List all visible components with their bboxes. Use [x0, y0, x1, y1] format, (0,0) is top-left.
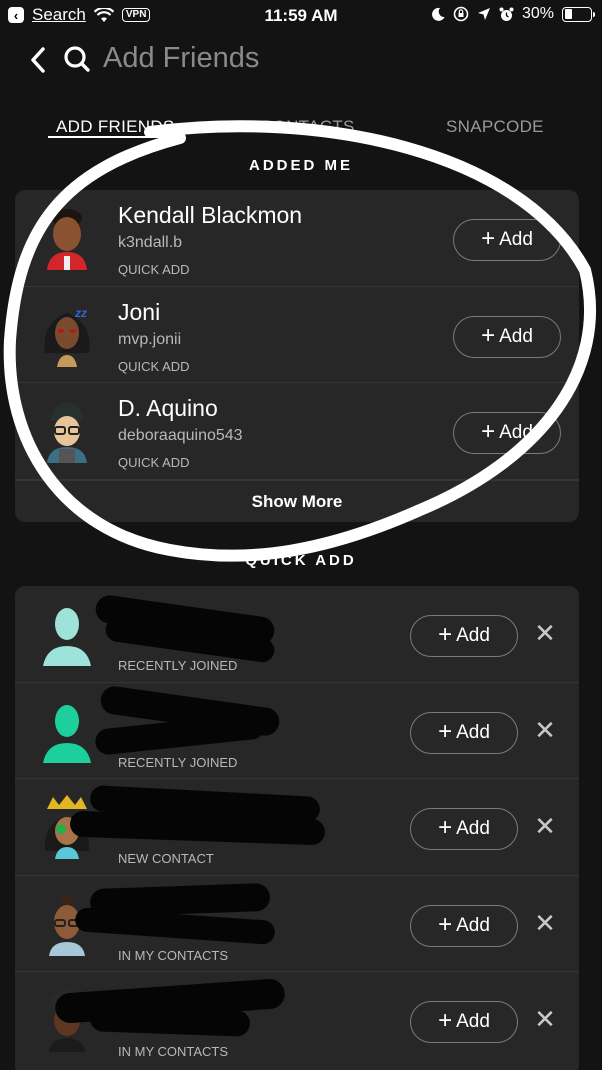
- list-item: Kendall Blackmon k3ndall.b QUICK ADD + Ad…: [15, 190, 579, 287]
- friend-name: Kendall Blackmon: [118, 202, 303, 228]
- default-avatar-icon: [43, 608, 91, 666]
- search-input[interactable]: Add Friends: [103, 42, 259, 75]
- list-item: D. Aquino deboraaquino543 QUICK ADD + Add: [15, 383, 579, 480]
- active-tab-indicator: [48, 136, 184, 138]
- friend-name: D. Aquino: [118, 395, 218, 421]
- tab-snapcode[interactable]: SNAPCODE: [446, 117, 544, 137]
- friend-reason: IN MY CONTACTS: [118, 1044, 229, 1059]
- bitmoji-avatar: zz: [44, 306, 90, 367]
- location-icon: [477, 8, 490, 20]
- plus-icon: +: [438, 621, 453, 648]
- battery-icon: [562, 6, 595, 22]
- orientation-lock-icon: [453, 6, 469, 22]
- quick-add-card: RECENTLY JOINED + Add ✕ RECENTLY JOINED +…: [15, 586, 579, 1070]
- added-me-heading: ADDED ME: [248, 157, 353, 174]
- add-friend-button[interactable]: + Add: [453, 219, 561, 261]
- friend-reason: QUICK ADD: [118, 358, 190, 374]
- plus-icon: +: [481, 321, 496, 349]
- svg-text:zz: zz: [74, 306, 87, 320]
- plus-icon: +: [438, 910, 453, 938]
- friend-username: k3ndall.b: [118, 234, 183, 251]
- battery-percent: 30%: [521, 5, 554, 22]
- dismiss-icon[interactable]: ✕: [533, 620, 557, 646]
- friend-username: deboraaquino543: [118, 427, 243, 444]
- add-friend-button[interactable]: + Add: [410, 615, 518, 657]
- show-more-button[interactable]: Show More: [15, 479, 579, 522]
- list-item: NEW CONTACT + Add ✕: [15, 779, 579, 876]
- tab-add-friends[interactable]: ADD FRIENDS: [56, 117, 175, 137]
- list-item: IN MY CONTACTS + Add ✕: [15, 972, 579, 1069]
- header: Add Friends: [0, 40, 602, 80]
- plus-icon: +: [438, 717, 453, 745]
- tab-contacts[interactable]: CONTACTS: [260, 117, 355, 137]
- dismiss-icon[interactable]: ✕: [533, 1006, 557, 1032]
- list-item: RECENTLY JOINED + Add ✕: [15, 683, 579, 779]
- friend-reason: IN MY CONTACTS: [118, 947, 229, 963]
- search-icon[interactable]: [62, 44, 92, 74]
- friend-username: mvp.jonii: [118, 330, 182, 348]
- friend-reason: RECENTLY JOINED: [118, 658, 238, 673]
- add-friend-button[interactable]: + Add: [410, 808, 518, 850]
- dismiss-icon[interactable]: ✕: [533, 813, 557, 839]
- dismiss-icon[interactable]: ✕: [533, 717, 557, 743]
- dismiss-icon[interactable]: ✕: [533, 910, 557, 936]
- add-friend-button[interactable]: + Add: [410, 1001, 518, 1043]
- quick-add-heading: QUICK ADD: [245, 552, 357, 569]
- plus-icon: +: [438, 1007, 453, 1034]
- add-friend-button[interactable]: + Add: [410, 904, 518, 947]
- list-item: RECENTLY JOINED + Add ✕: [15, 586, 579, 683]
- add-friend-button[interactable]: + Add: [410, 711, 518, 754]
- moon-icon: [432, 7, 445, 21]
- status-bar: ‹ Search VPN 11:59 AM 30%: [0, 0, 602, 32]
- bitmoji-avatar: [47, 403, 87, 463]
- alarm-icon: [499, 7, 514, 21]
- friend-reason: QUICK ADD: [118, 455, 190, 470]
- redaction-scribble: [89, 1005, 251, 1037]
- bitmoji-avatar: [47, 209, 87, 270]
- list-item: IN MY CONTACTS + Add ✕: [15, 876, 579, 972]
- plus-icon: +: [438, 814, 453, 841]
- plus-icon: +: [481, 225, 496, 252]
- battery-fill: [564, 9, 572, 19]
- plus-icon: +: [481, 418, 496, 445]
- default-avatar-icon: [43, 704, 91, 763]
- friend-reason: QUICK ADD: [118, 262, 190, 277]
- added-me-card: Kendall Blackmon k3ndall.b QUICK ADD + Ad…: [15, 190, 579, 522]
- list-item: zz Joni mvp.jonii QUICK ADD + Add: [15, 287, 579, 383]
- friend-name: Joni: [118, 298, 161, 325]
- chevron-left-icon[interactable]: [28, 45, 48, 75]
- friend-reason: RECENTLY JOINED: [118, 754, 238, 770]
- friend-reason: NEW CONTACT: [118, 851, 214, 866]
- add-friend-button[interactable]: + Add: [453, 412, 561, 454]
- add-friend-button[interactable]: + Add: [453, 315, 561, 358]
